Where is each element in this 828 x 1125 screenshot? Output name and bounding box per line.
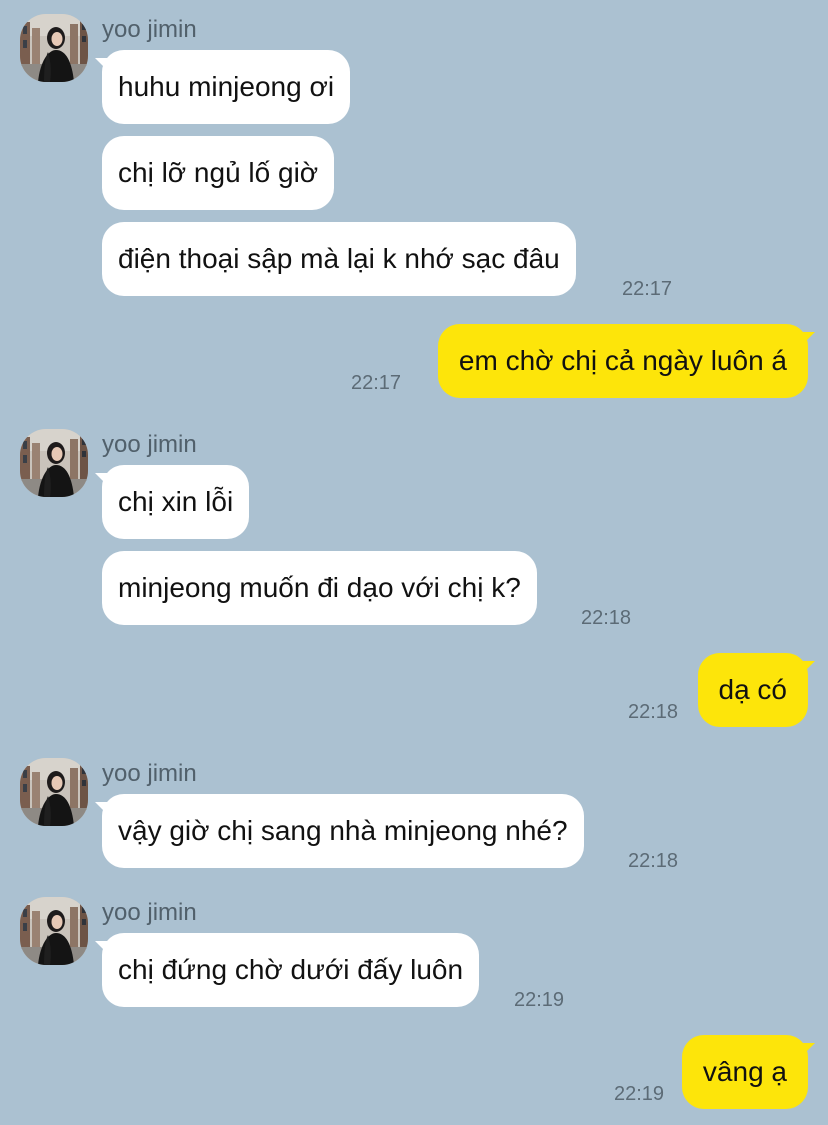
message-bubble-incoming[interactable]: huhu minjeong ơi (94, 50, 351, 124)
sender-name: yoo jimin (102, 431, 197, 458)
message-timestamp: 22:17 (622, 278, 673, 300)
chat-area[interactable]: yoo jimin huhu minjeong ơi chị lỡ ngủ lố… (0, 0, 828, 1125)
message-bubble-incoming[interactable]: minjeong muốn đi dạo với chị k? (102, 551, 537, 625)
contact-avatar[interactable] (20, 758, 88, 826)
message-bubble-incoming[interactable]: điện thoại sập mà lại k nhớ sạc đâu (102, 222, 576, 296)
message-bubble-incoming[interactable]: vậy giờ chị sang nhà minjeong nhé? (95, 794, 584, 868)
avatar-image (20, 429, 88, 497)
message-timestamp: 22:18 (628, 850, 679, 872)
sender-name: yoo jimin (102, 899, 197, 926)
sender-name: yoo jimin (102, 760, 197, 787)
avatar-image (20, 897, 88, 965)
message-timestamp: 22:18 (628, 701, 679, 723)
message-bubble-outgoing[interactable]: dạ có (697, 653, 815, 727)
message-bubble-outgoing[interactable]: vâng ạ (681, 1035, 816, 1109)
message-timestamp: 22:17 (351, 372, 402, 394)
sender-name: yoo jimin (102, 16, 197, 43)
message-bubble-outgoing[interactable]: em chờ chị cả ngày luôn á (437, 324, 816, 398)
message-timestamp: 22:19 (614, 1083, 665, 1105)
message-timestamp: 22:18 (581, 607, 632, 629)
contact-avatar[interactable] (20, 429, 88, 497)
contact-avatar[interactable] (20, 14, 88, 82)
message-bubble-incoming[interactable]: chị lỡ ngủ lố giờ (102, 136, 335, 210)
contact-avatar[interactable] (20, 897, 88, 965)
message-bubble-incoming[interactable]: chị đứng chờ dưới đấy luôn (94, 933, 480, 1007)
message-bubble-incoming[interactable]: chị xin lỗi (94, 465, 250, 539)
avatar-image (20, 14, 88, 82)
message-timestamp: 22:19 (514, 989, 565, 1011)
avatar-image (20, 758, 88, 826)
